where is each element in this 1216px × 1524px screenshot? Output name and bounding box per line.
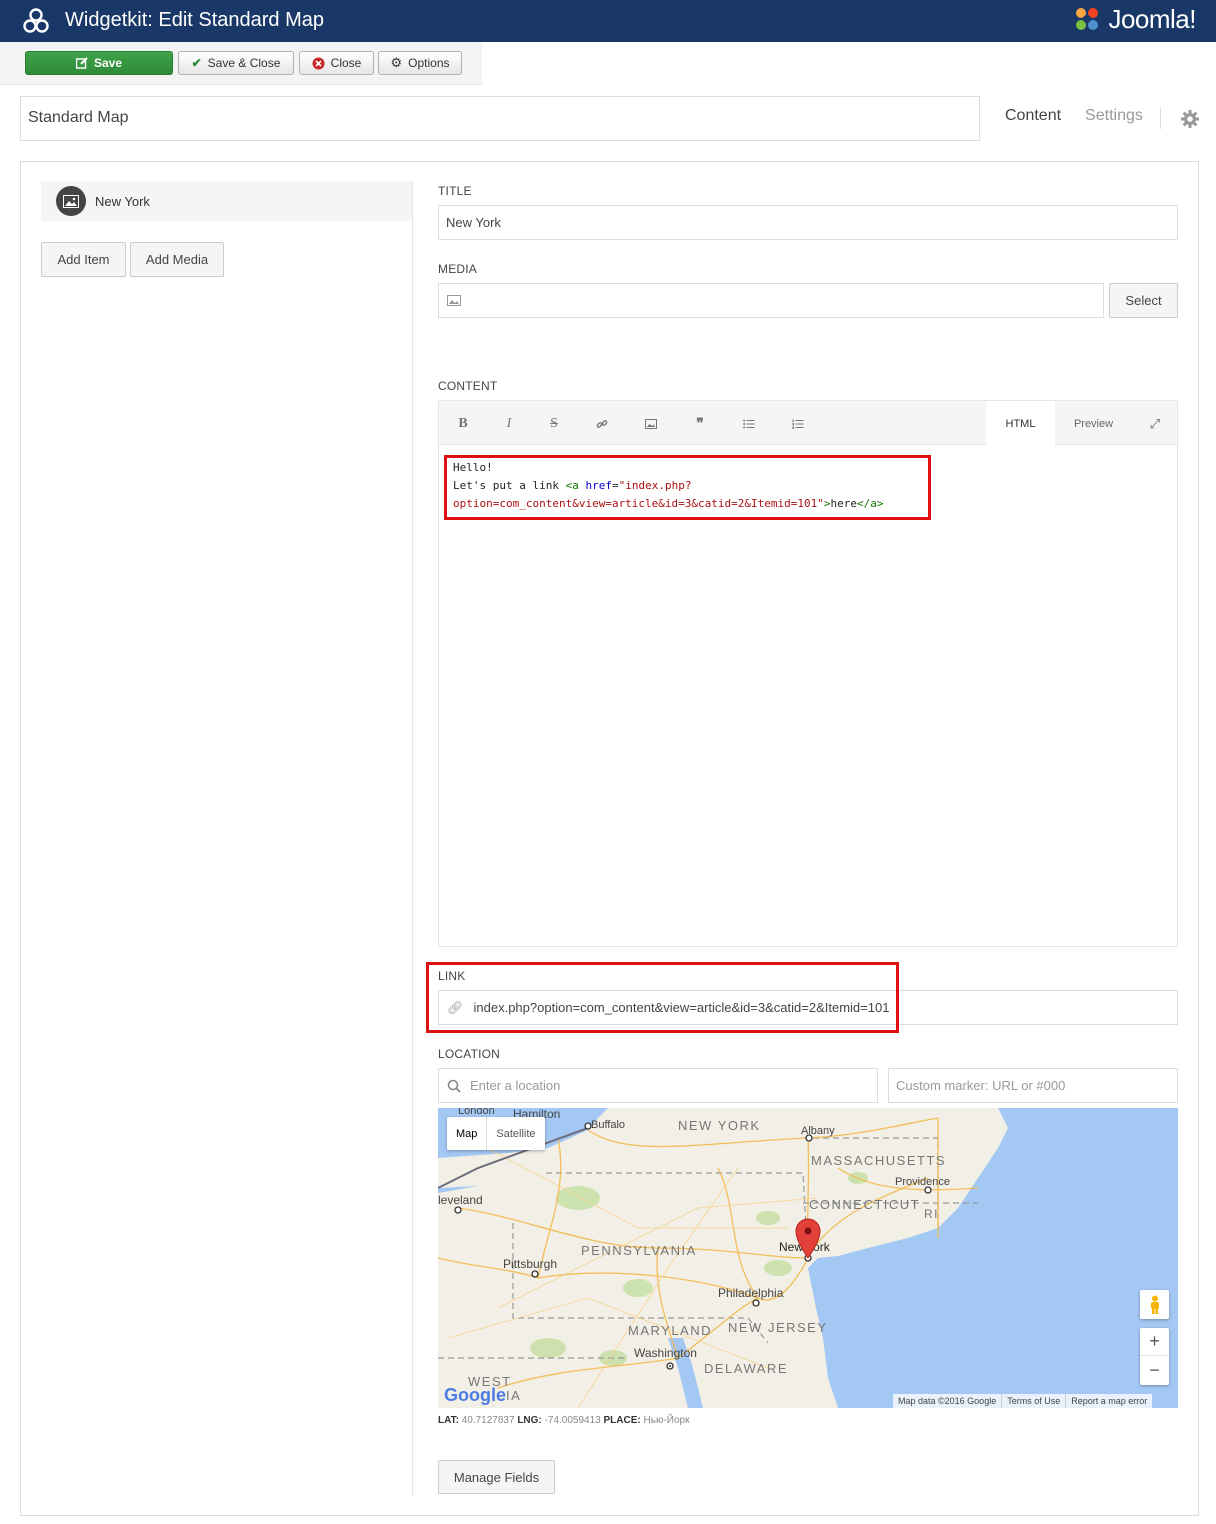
map-label-delaware: DELAWARE bbox=[704, 1361, 788, 1376]
page-title: Widgetkit: Edit Standard Map bbox=[65, 9, 325, 31]
map-label-maryland: MARYLAND bbox=[628, 1323, 712, 1338]
map-label-albany: Albany bbox=[801, 1125, 835, 1137]
lng-value: -74.0059413 bbox=[544, 1415, 601, 1426]
map-label-new-jersey: NEW JERSEY bbox=[728, 1320, 828, 1335]
terms-of-use-link[interactable]: Terms of Use bbox=[1002, 1394, 1067, 1408]
tab-preview[interactable]: Preview bbox=[1055, 401, 1132, 446]
map-label-connecticut: CONNECTICUT bbox=[809, 1197, 920, 1212]
map-type-map[interactable]: Map bbox=[447, 1117, 486, 1150]
list-item[interactable]: New York bbox=[41, 181, 412, 221]
lng-label: LNG: bbox=[517, 1415, 542, 1426]
zoom-out-button[interactable]: − bbox=[1140, 1356, 1169, 1384]
save-close-label: Save & Close bbox=[207, 56, 281, 70]
gear-icon: ⚙ bbox=[390, 55, 403, 70]
pegman-icon[interactable] bbox=[1140, 1290, 1169, 1319]
media-label: MEDIA bbox=[438, 262, 478, 276]
toolbar: Save ✔ Save & Close Close ⚙ Options bbox=[0, 42, 482, 85]
check-icon: ✔ bbox=[191, 56, 202, 70]
location-label: LOCATION bbox=[438, 1047, 501, 1061]
highlight-box-link bbox=[426, 962, 899, 1033]
map-type-control: Map Satellite bbox=[447, 1117, 545, 1150]
add-item-button[interactable]: Add Item bbox=[41, 242, 126, 277]
map-label-ia: IA bbox=[506, 1388, 521, 1403]
strikethrough-icon[interactable]: S bbox=[530, 401, 578, 446]
tab-divider bbox=[1160, 107, 1161, 129]
link-icon[interactable] bbox=[578, 401, 626, 446]
widgetkit-logo-icon bbox=[23, 8, 49, 33]
map-label-providence: Providence bbox=[895, 1176, 950, 1188]
map-label-massachusetts: MASSACHUSETTS bbox=[811, 1153, 946, 1168]
title-label: TITLE bbox=[438, 184, 472, 198]
zoom-control: + − bbox=[1140, 1328, 1169, 1385]
lat-label: LAT: bbox=[438, 1415, 459, 1426]
map-label-new-york-state: NEW YORK bbox=[678, 1118, 761, 1133]
settings-gear-icon[interactable] bbox=[1180, 109, 1200, 129]
map-label-ri: RI bbox=[924, 1207, 939, 1221]
map-label-london: London bbox=[458, 1108, 495, 1117]
zoom-in-button[interactable]: + bbox=[1140, 1328, 1169, 1356]
top-bar: Widgetkit: Edit Standard Map Joomla! bbox=[0, 0, 1216, 42]
options-button[interactable]: ⚙ Options bbox=[378, 51, 462, 75]
map-label-buffalo: Buffalo bbox=[591, 1119, 625, 1131]
cancel-circle-icon bbox=[312, 57, 325, 69]
close-button[interactable]: Close bbox=[299, 51, 374, 75]
list-ol-icon[interactable] bbox=[774, 401, 822, 446]
location-placeholder: Enter a location bbox=[470, 1078, 561, 1093]
widget-name-input[interactable]: Standard Map bbox=[20, 96, 980, 141]
manage-fields-button[interactable]: Manage Fields bbox=[438, 1460, 555, 1494]
media-input[interactable] bbox=[438, 283, 1104, 318]
content-label: CONTENT bbox=[438, 379, 498, 393]
bold-icon[interactable]: B bbox=[439, 401, 487, 446]
coordinates-readout: LAT: 40.7127837 LNG: -74.0059413 PLACE: … bbox=[438, 1415, 689, 1426]
map-label-philadelphia: Philadelphia bbox=[718, 1286, 784, 1300]
quote-icon[interactable]: ❞ bbox=[676, 401, 724, 446]
map-label-pennsylvania: PENNSYLVANIA bbox=[581, 1243, 697, 1258]
list-ul-icon[interactable] bbox=[725, 401, 773, 446]
highlight-box-content bbox=[444, 455, 931, 520]
map-canvas: London Hamilton Buffalo NEW YORK Albany … bbox=[438, 1108, 1178, 1408]
content-code-editor[interactable]: Hello! Let's put a link <a href="index.p… bbox=[438, 445, 1178, 947]
report-map-error-link[interactable]: Report a map error bbox=[1066, 1394, 1152, 1408]
image-icon[interactable] bbox=[627, 401, 675, 446]
editor-toolbar: B I S ❞ HTML Preview ⤢ bbox=[438, 400, 1178, 446]
save-label: Save bbox=[93, 56, 123, 70]
tab-settings[interactable]: Settings bbox=[1085, 107, 1143, 125]
map-data-credit: Map data ©2016 Google bbox=[893, 1394, 1003, 1408]
view-tabs: Content Settings bbox=[1005, 107, 1143, 125]
tab-content[interactable]: Content bbox=[1005, 107, 1061, 125]
place-value: Нью-Йорк bbox=[643, 1415, 690, 1426]
map-view[interactable]: London Hamilton Buffalo NEW YORK Albany … bbox=[438, 1108, 1178, 1408]
fullscreen-icon[interactable]: ⤢ bbox=[1135, 401, 1175, 446]
add-media-button[interactable]: Add Media bbox=[130, 242, 224, 277]
joomla-mark-icon bbox=[1076, 8, 1099, 30]
map-type-satellite[interactable]: Satellite bbox=[486, 1117, 544, 1150]
map-label-pittsburgh: Pittsburgh bbox=[503, 1257, 557, 1271]
edit-icon bbox=[75, 57, 88, 69]
custom-marker-input[interactable]: Custom marker: URL or #000 bbox=[888, 1068, 1178, 1103]
map-attribution: Map data ©2016 Google Terms of Use Repor… bbox=[893, 1394, 1153, 1408]
save-close-button[interactable]: ✔ Save & Close bbox=[178, 51, 294, 75]
tab-html[interactable]: HTML bbox=[986, 401, 1055, 446]
options-label: Options bbox=[408, 56, 450, 70]
column-divider bbox=[412, 181, 413, 1496]
google-logo: Google bbox=[444, 1385, 506, 1405]
image-icon bbox=[447, 295, 461, 306]
lat-value: 40.7127837 bbox=[461, 1415, 515, 1426]
location-search-input[interactable]: Enter a location bbox=[438, 1068, 878, 1103]
italic-icon[interactable]: I bbox=[485, 401, 533, 446]
media-select-button[interactable]: Select bbox=[1109, 283, 1178, 318]
joomla-logo: Joomla! bbox=[1072, 2, 1196, 36]
map-label-cleveland: leveland bbox=[438, 1193, 483, 1207]
save-button[interactable]: Save bbox=[25, 51, 173, 75]
close-label: Close bbox=[330, 56, 362, 70]
search-icon bbox=[447, 1079, 461, 1093]
list-item-label: New York bbox=[95, 193, 150, 209]
title-input[interactable]: New York bbox=[438, 205, 1178, 240]
image-icon bbox=[56, 186, 86, 216]
map-label-washington: Washington bbox=[634, 1346, 697, 1360]
place-label: PLACE: bbox=[603, 1415, 641, 1426]
joomla-wordmark: Joomla! bbox=[1108, 3, 1196, 34]
